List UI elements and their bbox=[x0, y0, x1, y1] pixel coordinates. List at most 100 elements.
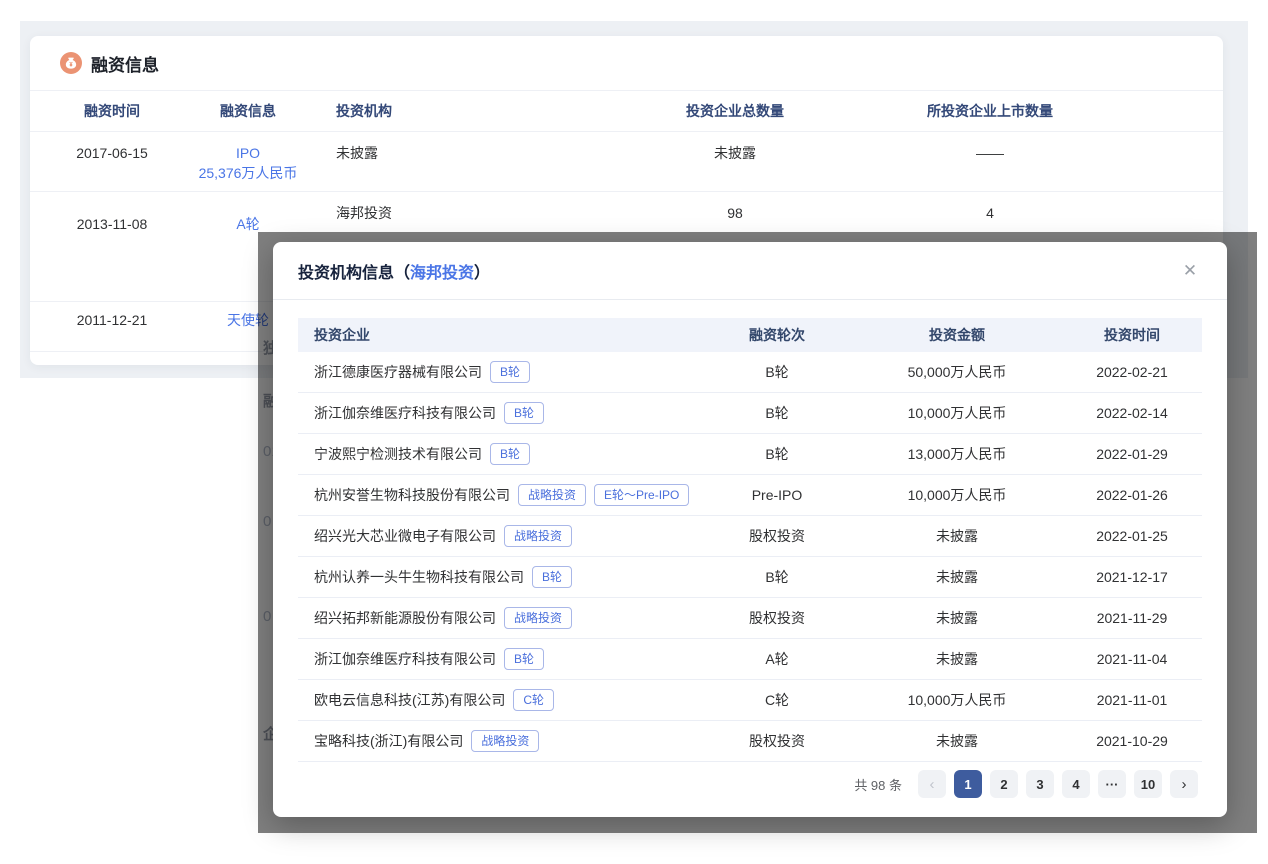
company-cell: 绍兴拓邦新能源股份有限公司战略投资 bbox=[298, 607, 702, 629]
round-cell: 股权投资 bbox=[702, 608, 852, 628]
round-cell: C轮 bbox=[702, 690, 852, 710]
company-name-link[interactable]: 宝略科技(浙江)有限公司 bbox=[314, 731, 463, 751]
page-button[interactable]: 3 bbox=[1026, 770, 1054, 798]
table-row: 宝略科技(浙江)有限公司战略投资 股权投资未披露2021-10-29 bbox=[298, 721, 1202, 762]
listed-companies-cell: —— bbox=[880, 132, 1100, 191]
round-tag: B轮 bbox=[504, 648, 544, 670]
column-header: 投资机构 bbox=[302, 91, 590, 131]
pagination-total: 共 98 条 bbox=[854, 775, 902, 794]
institution-link[interactable]: 海邦投资 bbox=[410, 265, 474, 282]
company-name-link[interactable]: 浙江伽奈维医疗科技有限公司 bbox=[314, 649, 496, 669]
investor-info-modal: 投资机构信息（海邦投资） ✕ 投资企业融资轮次投资金额投资时间 浙江德康医疗器械… bbox=[273, 242, 1227, 817]
round-tag: B轮 bbox=[490, 361, 530, 383]
round-tag: B轮 bbox=[532, 566, 572, 588]
round-tag: E轮～Pre-IPO bbox=[594, 484, 689, 506]
modal-title: 投资机构信息（海邦投资） bbox=[298, 259, 490, 283]
round-tag: 战略投资 bbox=[518, 484, 586, 506]
investment-table-header: 投资企业融资轮次投资金额投资时间 bbox=[298, 318, 1202, 352]
column-header: 融资轮次 bbox=[702, 325, 852, 345]
column-header: 投资时间 bbox=[1062, 325, 1202, 345]
amount-cell: 未披露 bbox=[852, 608, 1062, 628]
amount-cell: 10,000万人民币 bbox=[852, 690, 1062, 710]
financing-round-link[interactable]: A轮 bbox=[196, 214, 300, 234]
amount-cell: 未披露 bbox=[852, 731, 1062, 751]
company-name-link[interactable]: 宁波熙宁检测技术有限公司 bbox=[314, 444, 482, 464]
round-cell: 股权投资 bbox=[702, 731, 852, 751]
column-header: 投资企业 bbox=[298, 325, 702, 345]
investor-org-cell[interactable]: 未披露 bbox=[302, 132, 590, 191]
financing-table-header: 融资时间融资信息投资机构投资企业总数量所投资企业上市数量 bbox=[30, 90, 1223, 132]
date-cell: 2022-01-25 bbox=[1062, 528, 1202, 544]
next-page-button[interactable]: › bbox=[1170, 770, 1198, 798]
company-name-link[interactable]: 浙江德康医疗器械有限公司 bbox=[314, 362, 482, 382]
page-button[interactable]: 2 bbox=[990, 770, 1018, 798]
round-cell: Pre-IPO bbox=[702, 487, 852, 503]
date-cell: 2021-11-29 bbox=[1062, 610, 1202, 626]
company-name-link[interactable]: 绍兴拓邦新能源股份有限公司 bbox=[314, 608, 496, 628]
company-cell: 浙江伽奈维医疗科技有限公司 B轮 bbox=[298, 648, 702, 670]
prev-page-button[interactable]: ‹ bbox=[918, 770, 946, 798]
financing-time-cell: 2011-12-21 bbox=[30, 302, 194, 351]
modal-title-text: 投资机构信息 bbox=[298, 265, 394, 282]
company-cell: 杭州安誉生物科技股份有限公司战略投资 E轮～Pre-IPO bbox=[298, 484, 702, 506]
date-cell: 2021-12-17 bbox=[1062, 569, 1202, 585]
date-cell: 2021-11-04 bbox=[1062, 651, 1202, 667]
page-button[interactable]: 10 bbox=[1134, 770, 1162, 798]
pagination-buttons: ‹ 1234 ··· 10 › bbox=[918, 770, 1198, 798]
table-row: 欧电云信息科技(江苏)有限公司C轮C轮10,000万人民币2021-11-01 bbox=[298, 680, 1202, 721]
company-cell: 绍兴光大芯业微电子有限公司战略投资 bbox=[298, 525, 702, 547]
financing-time-cell: 2017-06-15 bbox=[30, 132, 194, 191]
date-cell: 2022-02-21 bbox=[1062, 364, 1202, 380]
table-row: 浙江德康医疗器械有限公司 B轮B轮 50,000万人民币2022-02-21 bbox=[298, 352, 1202, 393]
round-tag: B轮 bbox=[504, 402, 544, 424]
company-cell: 欧电云信息科技(江苏)有限公司C轮 bbox=[298, 689, 702, 711]
table-row: 宁波熙宁检测技术有限公司B轮B轮13,000万人民币2022-01-29 bbox=[298, 434, 1202, 475]
column-header: 投资金额 bbox=[852, 325, 1062, 345]
page-button[interactable]: 4 bbox=[1062, 770, 1090, 798]
company-name-link[interactable]: 杭州认养一头牛生物科技有限公司 bbox=[314, 567, 524, 587]
round-tag: 战略投资 bbox=[504, 525, 572, 547]
ghost-text-fragment: 0 bbox=[263, 608, 271, 625]
pagination: 共 98 条 ‹ 1234 ··· 10 › bbox=[298, 770, 1202, 798]
company-cell: 浙江德康医疗器械有限公司 B轮 bbox=[298, 361, 702, 383]
company-name-link[interactable]: 欧电云信息科技(江苏)有限公司 bbox=[314, 690, 505, 710]
more-pages-button[interactable]: ··· bbox=[1098, 770, 1126, 798]
company-cell: 宁波熙宁检测技术有限公司B轮 bbox=[298, 443, 702, 465]
modal-header: 投资机构信息（海邦投资） ✕ bbox=[273, 242, 1227, 300]
round-cell: B轮 bbox=[702, 444, 852, 464]
date-cell: 2021-11-01 bbox=[1062, 692, 1202, 708]
table-row: 杭州认养一头牛生物科技有限公司B轮B轮未披露2021-12-17 bbox=[298, 557, 1202, 598]
amount-cell: 13,000万人民币 bbox=[852, 444, 1062, 464]
amount-cell: 10,000万人民币 bbox=[852, 485, 1062, 505]
round-cell: 股权投资 bbox=[702, 526, 852, 546]
amount-cell: 未披露 bbox=[852, 526, 1062, 546]
modal-title-paren-close: ） bbox=[474, 265, 490, 282]
investment-table-body: 浙江德康医疗器械有限公司 B轮 B轮 50,000万人民币2022-02-21 浙江伽奈… bbox=[298, 352, 1202, 762]
date-cell: 2021-10-29 bbox=[1062, 733, 1202, 749]
column-header: 融资时间 bbox=[30, 91, 194, 131]
round-cell: B轮 bbox=[702, 567, 852, 587]
company-name-link[interactable]: 浙江伽奈维医疗科技有限公司 bbox=[314, 403, 496, 423]
company-name-link[interactable]: 绍兴光大芯业微电子有限公司 bbox=[314, 526, 496, 546]
table-row: 2017-06-15IPO25,376万人民币未披露未披露—— bbox=[30, 132, 1223, 192]
company-name-link[interactable]: 杭州安誉生物科技股份有限公司 bbox=[314, 485, 510, 505]
round-cell: B轮 bbox=[702, 403, 852, 423]
ghost-text-fragment: 0 bbox=[263, 513, 271, 530]
current-page-button[interactable]: 1 bbox=[954, 770, 982, 798]
modal-body: 投资企业融资轮次投资金额投资时间 浙江德康医疗器械有限公司 B轮 B轮 50,000万… bbox=[273, 300, 1227, 798]
column-header: 融资信息 bbox=[194, 91, 302, 131]
table-row: 杭州安誉生物科技股份有限公司战略投资 E轮～Pre-IPO Pre-IPO10,00… bbox=[298, 475, 1202, 516]
amount-cell: 未披露 bbox=[852, 567, 1062, 587]
company-cell: 浙江伽奈维医疗科技有限公司 B轮 bbox=[298, 402, 702, 424]
close-icon[interactable]: ✕ bbox=[1179, 260, 1201, 282]
date-cell: 2022-02-14 bbox=[1062, 405, 1202, 421]
column-header: 投资企业总数量 bbox=[590, 91, 880, 131]
amount-cell: 50,000万人民币 bbox=[852, 362, 1062, 382]
table-row: 绍兴拓邦新能源股份有限公司战略投资股权投资未披露2021-11-29 bbox=[298, 598, 1202, 639]
date-cell: 2022-01-26 bbox=[1062, 487, 1202, 503]
round-tag: 战略投资 bbox=[471, 730, 539, 752]
financing-round-link[interactable]: 25,376万人民币 bbox=[196, 163, 300, 183]
financing-round-link[interactable]: IPO bbox=[196, 143, 300, 163]
round-tag: 战略投资 bbox=[504, 607, 572, 629]
total-companies-cell: 未披露 bbox=[590, 132, 880, 191]
